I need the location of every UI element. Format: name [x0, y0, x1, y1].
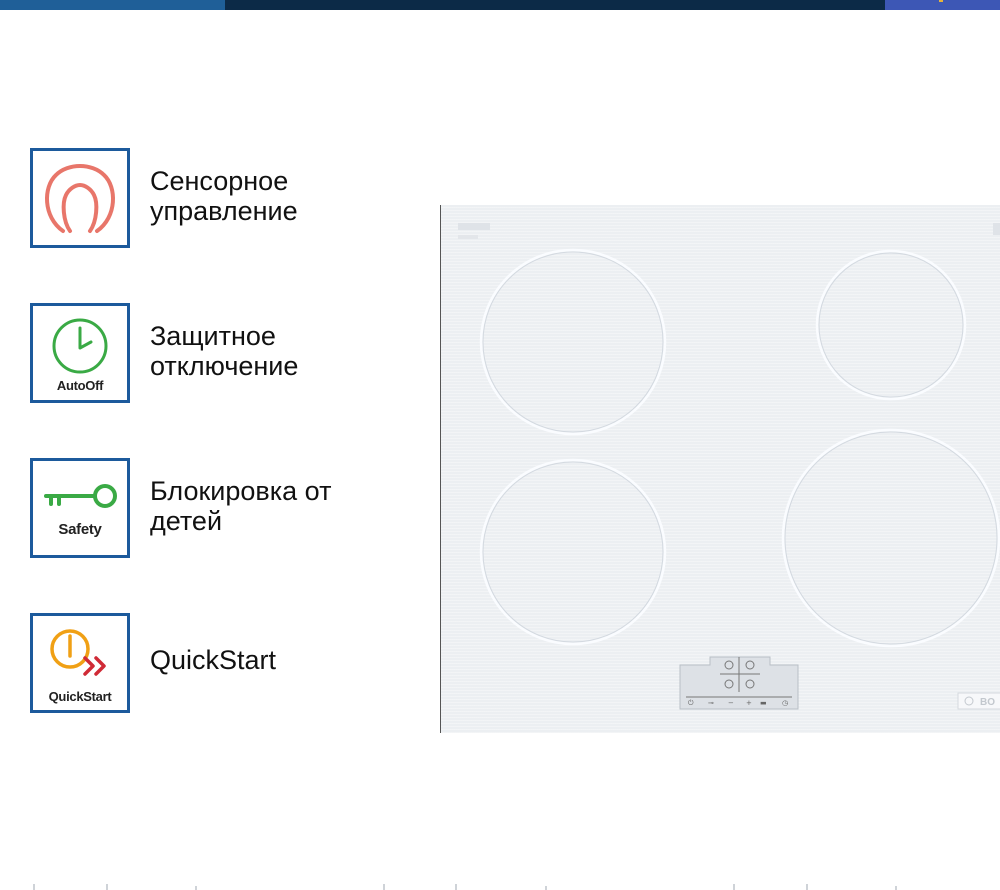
svg-text:◷: ◷	[782, 699, 789, 707]
feature-label: Защитное отключение	[150, 321, 299, 381]
top-color-bar	[0, 0, 1000, 10]
induction-cooktop-image: ⏻ ⊸ − + ▬ ◷ BO	[440, 205, 1000, 733]
control-panel: ⏻ ⊸ − + ▬ ◷	[679, 656, 799, 710]
feature-label: Блокировка от детей	[150, 476, 332, 536]
icon-caption: QuickStart	[48, 689, 112, 704]
svg-text:⊸: ⊸	[708, 699, 714, 707]
svg-text:−: −	[728, 699, 734, 707]
svg-text:▬: ▬	[760, 699, 767, 707]
icon-caption: Safety	[58, 521, 102, 538]
icon-caption: AutoOff	[56, 378, 104, 393]
touch-control-icon	[30, 148, 130, 248]
feature-quickstart: QuickStart QuickStart	[30, 613, 430, 713]
feature-touch-control: Сенсорное управление	[30, 148, 430, 248]
feature-autooff: AutoOff Защитное отключение	[30, 303, 430, 403]
svg-text:⏻: ⏻	[688, 699, 694, 707]
decorative-dots	[33, 884, 897, 890]
feature-label: Сенсорное управление	[150, 166, 298, 226]
brand-label: BO	[957, 692, 1000, 710]
quickstart-power-icon: QuickStart	[30, 613, 130, 713]
autooff-clock-icon: AutoOff	[30, 303, 130, 403]
svg-text:+: +	[746, 699, 752, 707]
feature-child-lock: Safety Блокировка от детей	[30, 458, 430, 558]
feature-label: QuickStart	[150, 645, 277, 675]
svg-text:BO: BO	[980, 697, 995, 708]
safety-key-icon: Safety	[30, 458, 130, 558]
